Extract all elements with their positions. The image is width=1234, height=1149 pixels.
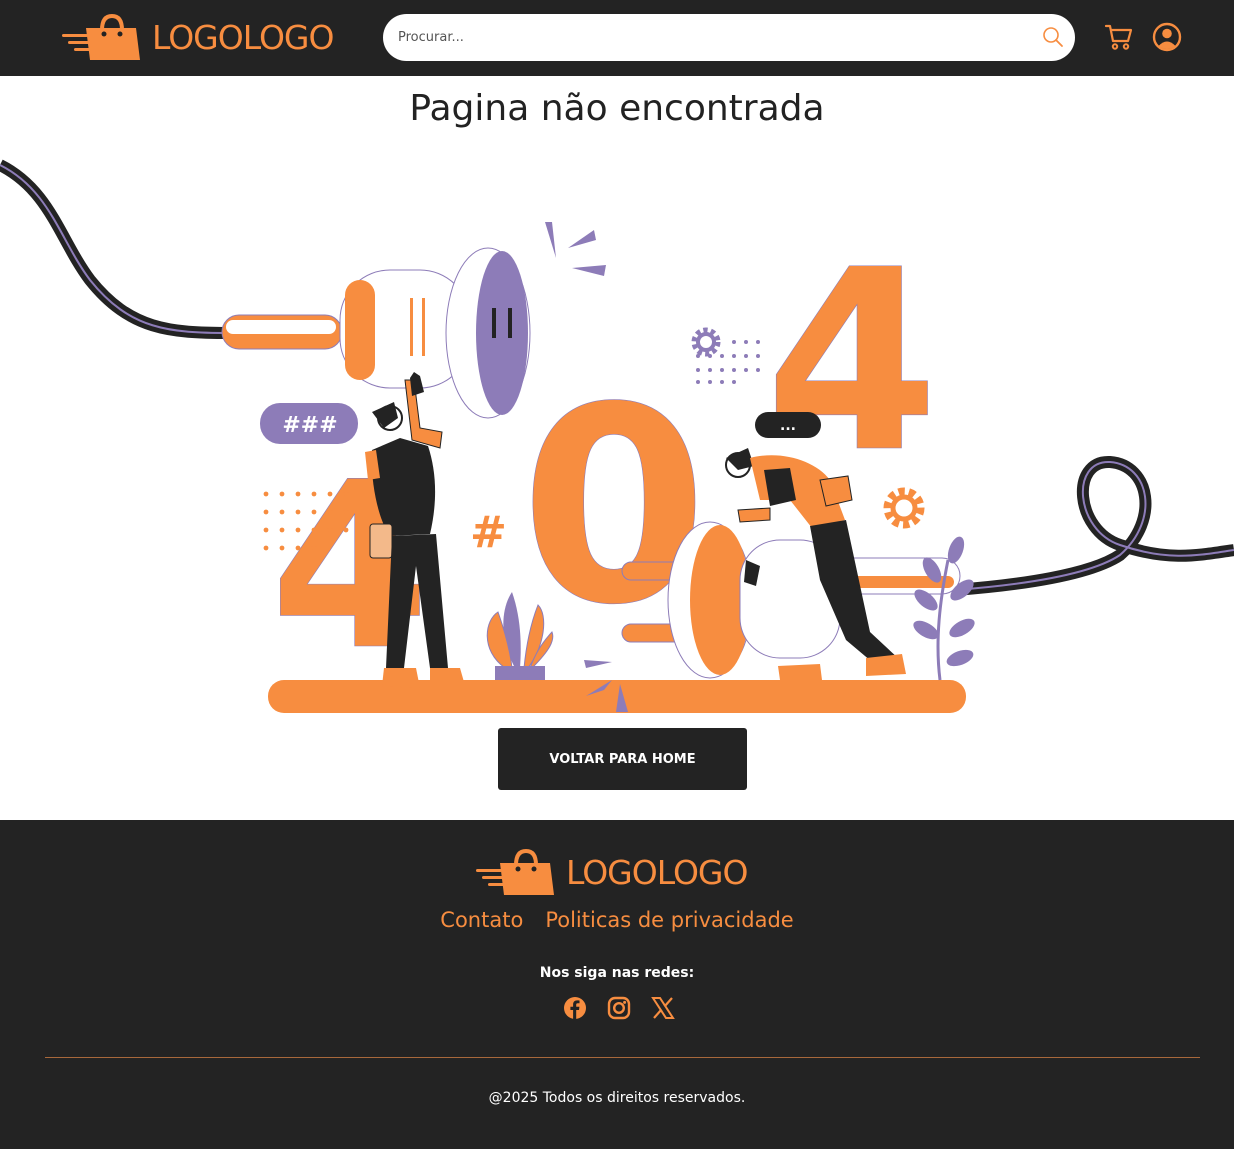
404-illustration: 4 0 4 ### ... # bbox=[0, 159, 1234, 713]
instagram-link[interactable] bbox=[607, 996, 631, 1020]
facebook-icon bbox=[564, 997, 586, 1019]
footer: LOGOLOGO Contato Politicas de privacidad… bbox=[0, 820, 1234, 1149]
footer-logo[interactable]: LOGOLOGO bbox=[474, 846, 748, 898]
search-bar bbox=[383, 14, 1075, 61]
footer-link-contato[interactable]: Contato bbox=[440, 908, 523, 932]
header: LOGOLOGO bbox=[0, 0, 1234, 76]
footer-divider bbox=[45, 1057, 1200, 1058]
user-account-button[interactable] bbox=[1152, 22, 1182, 52]
header-logo[interactable]: LOGOLOGO bbox=[60, 12, 334, 62]
shopping-bag-logo-icon bbox=[476, 848, 554, 895]
instagram-icon bbox=[607, 996, 631, 1020]
cable-left bbox=[0, 159, 231, 339]
x-link[interactable] bbox=[651, 996, 675, 1020]
x-icon bbox=[651, 997, 675, 1019]
social-icons bbox=[563, 996, 693, 1026]
search-icon bbox=[1043, 27, 1063, 47]
back-to-home-button[interactable]: VOLTAR PARA HOME bbox=[498, 728, 747, 790]
shopping-bag-logo-icon bbox=[62, 13, 140, 60]
page-title: Pagina não encontrada bbox=[409, 88, 825, 129]
svg-text:###: ### bbox=[282, 413, 337, 438]
hash-sign: # bbox=[470, 507, 507, 558]
footer-links: Contato Politicas de privacidade bbox=[0, 908, 1234, 932]
header-logo-text: LOGOLOGO bbox=[152, 17, 334, 57]
footer-link-privacy[interactable]: Politicas de privacidade bbox=[545, 908, 793, 932]
facebook-link[interactable] bbox=[563, 996, 587, 1020]
search-input[interactable] bbox=[398, 30, 1018, 45]
svg-text:...: ... bbox=[780, 418, 796, 434]
plug-top bbox=[221, 247, 531, 419]
cart-button[interactable] bbox=[1104, 23, 1134, 51]
copyright: @2025 Todos os direitos reservados. bbox=[488, 1090, 746, 1106]
sparkle-top bbox=[545, 222, 606, 276]
search-button[interactable] bbox=[1041, 25, 1065, 49]
user-icon bbox=[1152, 22, 1182, 52]
plant-right bbox=[913, 536, 975, 681]
social-title: Nos siga nas redes: bbox=[539, 965, 695, 981]
footer-logo-text: LOGOLOGO bbox=[566, 852, 748, 892]
cart-icon bbox=[1104, 24, 1133, 50]
